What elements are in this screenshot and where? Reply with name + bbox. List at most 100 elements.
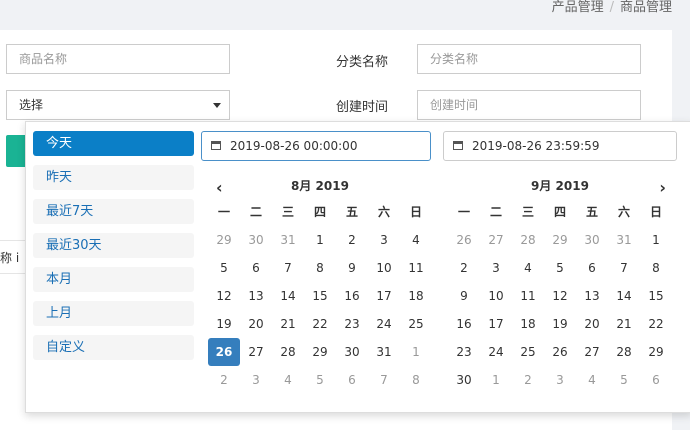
- calendar-day[interactable]: 9: [336, 254, 368, 282]
- calendar-day[interactable]: 6: [336, 366, 368, 394]
- calendar-day[interactable]: 20: [576, 310, 608, 338]
- calendar-day[interactable]: 28: [272, 338, 304, 366]
- calendar-day[interactable]: 21: [608, 310, 640, 338]
- calendar-day[interactable]: 30: [448, 366, 480, 394]
- calendar-day[interactable]: 1: [480, 366, 512, 394]
- range-option[interactable]: 上月: [33, 301, 194, 326]
- calendar-day[interactable]: 5: [544, 254, 576, 282]
- calendar-day[interactable]: 28: [608, 338, 640, 366]
- calendar-day[interactable]: 31: [608, 226, 640, 254]
- calendar-day[interactable]: 9: [448, 282, 480, 310]
- calendar-day[interactable]: 17: [368, 282, 400, 310]
- calendar-day[interactable]: 24: [480, 338, 512, 366]
- calendar-day[interactable]: 4: [576, 366, 608, 394]
- range-option[interactable]: 昨天: [33, 165, 194, 190]
- range-option[interactable]: 最近30天: [33, 233, 194, 258]
- range-option[interactable]: 自定义: [33, 335, 194, 360]
- calendar-day[interactable]: 6: [240, 254, 272, 282]
- calendar-day[interactable]: 2: [336, 226, 368, 254]
- calendar-day[interactable]: 2: [512, 366, 544, 394]
- calendar-day[interactable]: 16: [336, 282, 368, 310]
- calendar-day[interactable]: 3: [368, 226, 400, 254]
- calendar-day[interactable]: 19: [208, 310, 240, 338]
- calendar-day[interactable]: 6: [576, 254, 608, 282]
- calendar-day[interactable]: 8: [400, 366, 432, 394]
- calendar-day[interactable]: 18: [400, 282, 432, 310]
- calendar-day[interactable]: 4: [400, 226, 432, 254]
- calendar-day[interactable]: 14: [608, 282, 640, 310]
- created-time-input[interactable]: 创建时间: [417, 90, 641, 120]
- calendar-day[interactable]: 2: [448, 254, 480, 282]
- calendar-day[interactable]: 8: [304, 254, 336, 282]
- calendar-day[interactable]: 11: [400, 254, 432, 282]
- calendar-day[interactable]: 8: [640, 254, 672, 282]
- calendar-day[interactable]: 7: [272, 254, 304, 282]
- calendar-day[interactable]: 27: [480, 226, 512, 254]
- calendar-day[interactable]: 11: [512, 282, 544, 310]
- calendar-day[interactable]: 18: [512, 310, 544, 338]
- calendar-day[interactable]: 3: [544, 366, 576, 394]
- calendar-day[interactable]: 15: [640, 282, 672, 310]
- calendar-day[interactable]: 23: [336, 310, 368, 338]
- calendar-day[interactable]: 3: [240, 366, 272, 394]
- calendar-day[interactable]: 13: [240, 282, 272, 310]
- range-option[interactable]: 最近7天: [33, 199, 194, 224]
- calendar-day[interactable]: 29: [208, 226, 240, 254]
- calendar-day[interactable]: 29: [544, 226, 576, 254]
- calendar-day[interactable]: 31: [368, 338, 400, 366]
- calendar-day[interactable]: 21: [272, 310, 304, 338]
- calendar-day[interactable]: 26: [544, 338, 576, 366]
- calendar-day[interactable]: 22: [304, 310, 336, 338]
- calendar-day[interactable]: 3: [480, 254, 512, 282]
- range-option[interactable]: 今天: [33, 131, 194, 156]
- breadcrumb-item[interactable]: 产品管理: [552, 0, 604, 15]
- calendar-day[interactable]: 30: [336, 338, 368, 366]
- calendar-day[interactable]: 1: [400, 338, 432, 366]
- calendar-day[interactable]: 10: [480, 282, 512, 310]
- calendar-day[interactable]: 13: [576, 282, 608, 310]
- end-date-input[interactable]: 2019-08-26 23:59:59: [443, 131, 677, 161]
- calendar-day[interactable]: 29: [304, 338, 336, 366]
- calendar-day[interactable]: 25: [400, 310, 432, 338]
- calendar-day[interactable]: 31: [272, 226, 304, 254]
- calendar-day[interactable]: 2: [208, 366, 240, 394]
- calendar-day[interactable]: 27: [576, 338, 608, 366]
- calendar-day[interactable]: 4: [512, 254, 544, 282]
- calendar-day[interactable]: 30: [240, 226, 272, 254]
- calendar-day[interactable]: 10: [368, 254, 400, 282]
- calendar-day[interactable]: 5: [208, 254, 240, 282]
- start-date-input[interactable]: 2019-08-26 00:00:00: [201, 131, 431, 161]
- calendar-day[interactable]: 1: [304, 226, 336, 254]
- calendar-day[interactable]: 14: [272, 282, 304, 310]
- product-name-input[interactable]: 商品名称: [6, 44, 230, 74]
- calendar-day[interactable]: 7: [368, 366, 400, 394]
- calendar-day[interactable]: 4: [272, 366, 304, 394]
- chevron-left-icon[interactable]: ‹: [216, 176, 223, 200]
- calendar-day[interactable]: 27: [240, 338, 272, 366]
- calendar-day[interactable]: 17: [480, 310, 512, 338]
- calendar-day[interactable]: 1: [640, 226, 672, 254]
- category-input[interactable]: 分类名称: [417, 44, 641, 74]
- calendar-day[interactable]: 6: [640, 366, 672, 394]
- calendar-day[interactable]: 19: [544, 310, 576, 338]
- calendar-day[interactable]: 5: [608, 366, 640, 394]
- calendar-day[interactable]: 15: [304, 282, 336, 310]
- calendar-day-selected[interactable]: 26: [208, 338, 240, 366]
- range-option[interactable]: 本月: [33, 267, 194, 292]
- calendar-day[interactable]: 12: [544, 282, 576, 310]
- calendar-day[interactable]: 24: [368, 310, 400, 338]
- calendar-day[interactable]: 16: [448, 310, 480, 338]
- calendar-day[interactable]: 23: [448, 338, 480, 366]
- calendar-day[interactable]: 5: [304, 366, 336, 394]
- calendar-day[interactable]: 7: [608, 254, 640, 282]
- calendar-day[interactable]: 22: [640, 310, 672, 338]
- calendar-day[interactable]: 30: [576, 226, 608, 254]
- calendar-day[interactable]: 28: [512, 226, 544, 254]
- calendar-day[interactable]: 12: [208, 282, 240, 310]
- calendar-day[interactable]: 20: [240, 310, 272, 338]
- calendar-day[interactable]: 25: [512, 338, 544, 366]
- calendar-day[interactable]: 29: [640, 338, 672, 366]
- chevron-right-icon[interactable]: ›: [659, 176, 666, 200]
- range-select[interactable]: 选择: [6, 90, 230, 120]
- calendar-day[interactable]: 26: [448, 226, 480, 254]
